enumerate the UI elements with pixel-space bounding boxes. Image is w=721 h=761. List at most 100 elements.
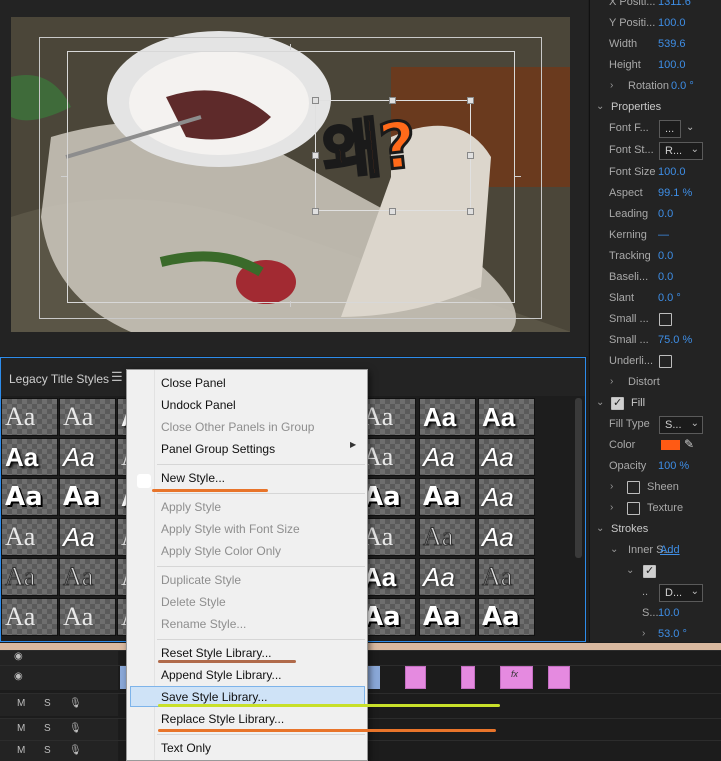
- eye-icon[interactable]: ◉: [14, 671, 23, 682]
- chevron-down-icon[interactable]: ⌄: [686, 122, 694, 133]
- style-swatch[interactable]: Aa: [1, 598, 58, 636]
- eyedropper-icon[interactable]: ✎: [684, 437, 694, 451]
- resize-handle[interactable]: [467, 152, 474, 159]
- add-stroke-link[interactable]: Add: [660, 544, 680, 556]
- mute-button[interactable]: M: [17, 723, 25, 734]
- microphone-icon[interactable]: 🎙: [69, 698, 82, 709]
- prop-value[interactable]: 0.0: [658, 271, 673, 283]
- style-swatch[interactable]: Aa: [419, 558, 476, 596]
- stroke-checkbox[interactable]: [643, 564, 656, 578]
- style-swatch[interactable]: Aa: [59, 438, 116, 476]
- menu-item-text-only[interactable]: Text Only: [161, 738, 211, 758]
- solo-button[interactable]: S: [44, 698, 51, 709]
- eye-icon[interactable]: ◉: [14, 651, 23, 662]
- panel-title[interactable]: Legacy Title Styles: [9, 372, 109, 386]
- style-swatch[interactable]: Aa: [478, 598, 535, 636]
- chevron-down-icon[interactable]: ⌄: [610, 544, 618, 555]
- style-swatch[interactable]: Aa: [59, 478, 116, 516]
- scrollbar[interactable]: [575, 398, 582, 558]
- section-strokes[interactable]: ⌄ Strokes: [590, 520, 721, 540]
- prop-value[interactable]: 75.0 %: [658, 334, 692, 346]
- font-family-dropdown[interactable]: ...: [659, 120, 681, 138]
- chevron-right-icon[interactable]: ›: [642, 628, 645, 639]
- mute-button[interactable]: M: [17, 745, 25, 756]
- fill-checkbox[interactable]: [611, 396, 624, 410]
- font-style-dropdown[interactable]: R... ⌄: [659, 142, 703, 160]
- style-swatch[interactable]: Aa: [1, 478, 58, 516]
- chevron-down-icon[interactable]: ⌄: [596, 397, 604, 408]
- resize-handle[interactable]: [467, 97, 474, 104]
- prop-value[interactable]: 0.0: [658, 250, 673, 262]
- resize-handle[interactable]: [389, 208, 396, 215]
- style-swatch[interactable]: Aa: [59, 398, 116, 436]
- prop-value[interactable]: 0.0: [658, 208, 673, 220]
- prop-value[interactable]: —: [658, 229, 669, 241]
- style-swatch[interactable]: Aa: [419, 438, 476, 476]
- chevron-right-icon[interactable]: ›: [610, 80, 613, 91]
- prop-value[interactable]: 539.6: [658, 38, 686, 50]
- stroke-type-dropdown[interactable]: D... ⌄: [659, 584, 703, 602]
- prop-value[interactable]: 100.0: [658, 17, 686, 29]
- graphic-clip[interactable]: [548, 666, 570, 689]
- graphic-clip[interactable]: [461, 666, 475, 689]
- chevron-right-icon[interactable]: ›: [610, 481, 613, 492]
- solo-button[interactable]: S: [44, 723, 51, 734]
- style-swatch[interactable]: Aa: [1, 558, 58, 596]
- microphone-icon[interactable]: 🎙: [69, 745, 82, 756]
- resize-handle[interactable]: [312, 152, 319, 159]
- menu-item-new-style[interactable]: New Style...: [161, 468, 225, 488]
- prop-value[interactable]: 100.0: [658, 59, 686, 71]
- style-swatch[interactable]: Aa: [59, 558, 116, 596]
- prop-value[interactable]: 10.0: [658, 607, 679, 619]
- microphone-icon[interactable]: 🎙: [69, 723, 82, 734]
- style-swatch[interactable]: Aa: [478, 558, 535, 596]
- texture-checkbox[interactable]: [627, 502, 640, 515]
- prop-value[interactable]: 53.0 °: [658, 628, 687, 640]
- section-properties[interactable]: ⌄ Properties: [590, 98, 721, 118]
- prop-value[interactable]: 99.1 %: [658, 187, 692, 199]
- style-swatch[interactable]: Aa: [419, 598, 476, 636]
- graphic-clip[interactable]: [405, 666, 426, 689]
- resize-handle[interactable]: [467, 208, 474, 215]
- sheen-checkbox[interactable]: [627, 481, 640, 494]
- menu-item-append-style-library[interactable]: Append Style Library...: [161, 665, 282, 685]
- style-swatch[interactable]: Aa: [478, 478, 535, 516]
- chevron-down-icon[interactable]: ⌄: [596, 101, 604, 112]
- chevron-right-icon[interactable]: ›: [610, 376, 613, 387]
- style-swatch[interactable]: Aa: [478, 438, 535, 476]
- prop-distort[interactable]: › Distort: [590, 373, 721, 393]
- small-caps-checkbox[interactable]: [659, 313, 672, 326]
- style-swatch[interactable]: Aa: [1, 438, 58, 476]
- chevron-right-icon[interactable]: ›: [610, 502, 613, 513]
- style-swatch[interactable]: Aa: [59, 518, 116, 556]
- mute-button[interactable]: M: [17, 698, 25, 709]
- color-swatch[interactable]: [661, 440, 680, 450]
- menu-item-undock-panel[interactable]: Undock Panel: [161, 395, 236, 415]
- style-swatch[interactable]: Aa: [419, 478, 476, 516]
- resize-handle[interactable]: [389, 97, 396, 104]
- prop-value[interactable]: 0.0 °: [671, 80, 694, 92]
- style-swatch[interactable]: Aa: [1, 398, 58, 436]
- style-swatch[interactable]: Aa: [59, 598, 116, 636]
- resize-handle[interactable]: [312, 97, 319, 104]
- fill-type-dropdown[interactable]: S... ⌄: [659, 416, 703, 434]
- prop-value[interactable]: 1311.6: [658, 0, 691, 8]
- underline-checkbox[interactable]: [659, 355, 672, 368]
- menu-item-replace-style-library[interactable]: Replace Style Library...: [161, 709, 284, 729]
- style-swatch[interactable]: Aa: [419, 398, 476, 436]
- chevron-down-icon[interactable]: ⌄: [596, 523, 604, 534]
- solo-button[interactable]: S: [44, 745, 51, 756]
- style-swatch[interactable]: Aa: [1, 518, 58, 556]
- menu-item-panel-group-settings[interactable]: Panel Group Settings: [161, 439, 275, 459]
- resize-handle[interactable]: [312, 208, 319, 215]
- section-fill[interactable]: ⌄ Fill: [590, 394, 721, 414]
- prop-value[interactable]: 100 %: [658, 460, 689, 472]
- title-bounding-box[interactable]: [315, 100, 471, 211]
- style-swatch[interactable]: Aa: [478, 398, 535, 436]
- chevron-down-icon[interactable]: ⌄: [626, 565, 634, 576]
- hamburger-icon[interactable]: ☰: [111, 370, 123, 383]
- menu-item-close-panel[interactable]: Close Panel: [161, 373, 226, 393]
- prop-value[interactable]: 0.0 °: [658, 292, 681, 304]
- style-swatch[interactable]: Aa: [478, 518, 535, 556]
- style-swatch[interactable]: Aa: [419, 518, 476, 556]
